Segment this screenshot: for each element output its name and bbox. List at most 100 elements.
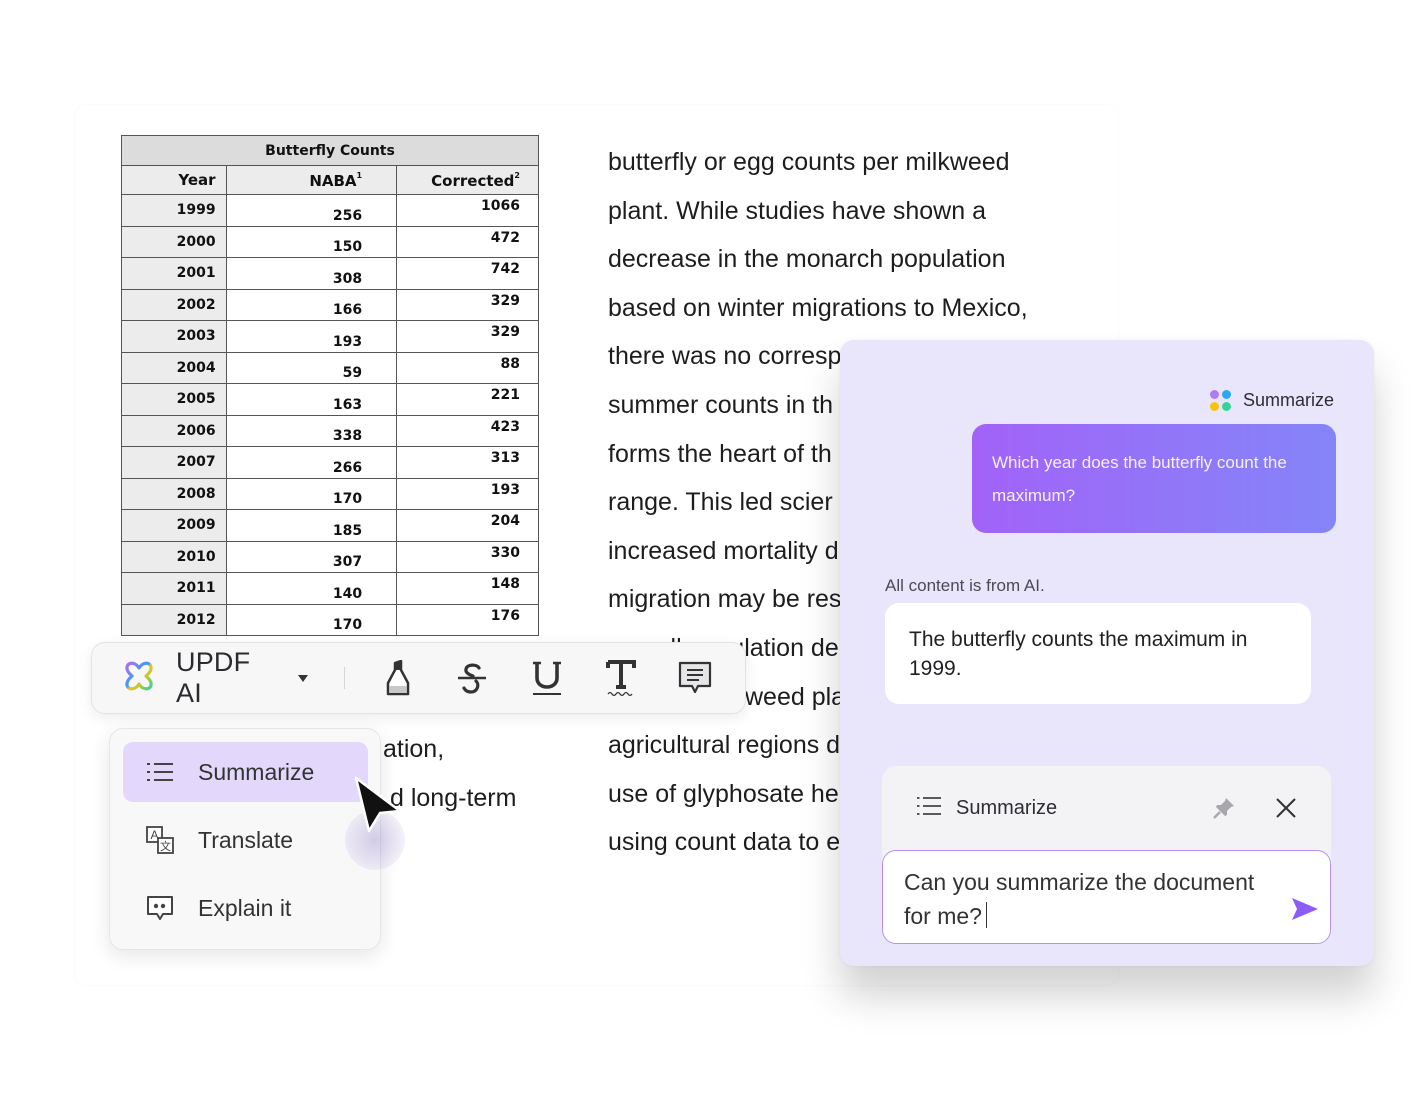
corrected-cell: 329 xyxy=(396,288,539,321)
chevron-down-icon xyxy=(298,674,309,682)
table-header-row: Year NABA1 Corrected2 xyxy=(121,165,539,195)
corrected-cell: 472 xyxy=(396,225,539,258)
strikethrough-tool-button[interactable] xyxy=(447,653,496,703)
naba-cell: 256 xyxy=(225,194,398,227)
underline-icon xyxy=(532,661,561,695)
corrected-cell: 148 xyxy=(396,572,539,605)
butterfly-counts-table: Butterfly Counts Year NABA1 Corrected2 1… xyxy=(121,135,539,636)
document-line: butterfly or egg counts per milkweed xyxy=(608,148,1010,176)
menu-item-label: Translate xyxy=(198,826,294,853)
user-message-bubble: Which year does the butterfly count the … xyxy=(972,424,1336,533)
year-cell: 1999 xyxy=(121,194,227,227)
translate-icon: A 文 xyxy=(145,825,175,855)
pin-button[interactable] xyxy=(1212,796,1236,825)
corrected-cell: 176 xyxy=(396,603,539,636)
text-fragment: ation, xyxy=(383,735,445,763)
updf-ai-dropdown[interactable]: UPDF AI xyxy=(122,647,309,709)
year-cell: 2006 xyxy=(121,414,227,447)
close-icon xyxy=(1276,798,1296,818)
year-cell: 2009 xyxy=(121,509,227,542)
toolbar-divider xyxy=(344,667,346,689)
table-row: 2005 163 221 xyxy=(121,383,539,416)
list-icon xyxy=(145,757,175,787)
menu-item-label: Explain it xyxy=(198,894,292,921)
naba-cell: 170 xyxy=(225,477,398,510)
annotation-toolbar: UPDF AI xyxy=(91,642,746,714)
prompt-mode-header: Summarize xyxy=(916,796,1057,821)
table-row: 2010 307 330 xyxy=(121,540,539,573)
ai-chat-panel: Summarize Which year does the butterfly … xyxy=(840,340,1374,966)
corrected-cell: 742 xyxy=(396,257,539,290)
corrected-cell: 423 xyxy=(396,414,539,447)
corrected-cell: 193 xyxy=(396,477,539,510)
year-cell: 2007 xyxy=(121,446,227,479)
chat-mode-header: Summarize xyxy=(1209,390,1334,411)
naba-cell: 308 xyxy=(225,257,398,290)
document-line: plant. While studies have shown a xyxy=(608,196,986,225)
close-button[interactable] xyxy=(1274,796,1298,825)
naba-cell: 59 xyxy=(225,351,398,384)
naba-cell: 170 xyxy=(225,603,398,636)
document-line: based on winter migrations to Mexico, xyxy=(608,293,1028,322)
year-cell: 2005 xyxy=(121,383,227,416)
table-row: 1999 256 1066 xyxy=(121,194,539,227)
document-line: decrease in the monarch population xyxy=(608,245,1006,274)
prompt-mode-label: Summarize xyxy=(956,797,1058,819)
corrected-cell: 221 xyxy=(396,383,539,416)
comment-tool-button[interactable] xyxy=(671,653,720,703)
comment-icon xyxy=(679,661,712,694)
naba-cell: 166 xyxy=(225,288,398,321)
mouse-pointer-icon xyxy=(354,776,402,833)
year-cell: 2000 xyxy=(121,225,227,258)
column-header-year: Year xyxy=(121,165,227,195)
text-fragment: d long-term xyxy=(390,784,517,812)
corrected-cell: 329 xyxy=(396,320,539,353)
prompt-composer: Summarize Can you summarize the document… xyxy=(882,766,1331,944)
year-cell: 2003 xyxy=(121,320,227,353)
ai-dots-icon xyxy=(1209,390,1231,411)
prompt-input-value: Can you summarize the document for me? xyxy=(904,869,1255,929)
naba-cell: 140 xyxy=(225,572,398,605)
table-row: 2000 150 472 xyxy=(121,225,539,258)
column-header-corrected: Corrected2 xyxy=(396,165,539,195)
text-caret xyxy=(985,902,988,928)
naba-cell: 185 xyxy=(225,509,398,542)
corrected-cell: 1066 xyxy=(396,194,539,227)
chat-mode-label: Summarize xyxy=(1242,390,1334,410)
naba-cell: 338 xyxy=(225,414,398,447)
year-cell: 2011 xyxy=(121,572,227,605)
list-icon xyxy=(916,796,942,821)
underline-tool-button[interactable] xyxy=(522,653,571,703)
table-title: Butterfly Counts xyxy=(121,135,539,166)
ai-response-bubble: The butterfly counts the maximum in 1999… xyxy=(885,603,1311,704)
corrected-cell: 330 xyxy=(396,540,539,573)
corrected-cell: 88 xyxy=(396,351,539,384)
corrected-cell: 204 xyxy=(396,509,539,542)
highlighter-icon xyxy=(386,660,410,696)
table-row: 2012 170 176 xyxy=(121,603,539,636)
svg-text:文: 文 xyxy=(160,839,171,853)
send-button[interactable] xyxy=(1290,896,1320,931)
year-cell: 2012 xyxy=(121,603,227,636)
table-row: 2004 59 88 xyxy=(121,351,539,384)
column-header-naba: NABA1 xyxy=(225,165,398,195)
pin-icon xyxy=(1213,798,1234,819)
year-cell: 2008 xyxy=(121,477,227,510)
table-row: 2003 193 329 xyxy=(121,320,539,353)
menu-item-summarize[interactable]: Summarize xyxy=(123,742,368,802)
corrected-cell: 313 xyxy=(396,446,539,479)
table-row: 2006 338 423 xyxy=(121,414,539,447)
ai-action-menu: Summarize A 文 Translate Explain it xyxy=(109,728,381,950)
naba-cell: 163 xyxy=(225,383,398,416)
squiggly-text-tool-button[interactable] xyxy=(596,653,645,703)
table-row: 2009 185 204 xyxy=(121,509,539,542)
prompt-input[interactable]: Can you summarize the document for me? xyxy=(882,850,1331,944)
naba-cell: 193 xyxy=(225,320,398,353)
year-cell: 2001 xyxy=(121,257,227,290)
ai-disclaimer: All content is from AI. xyxy=(885,576,1045,595)
menu-item-translate[interactable]: A 文 Translate xyxy=(123,810,368,870)
menu-item-explain[interactable]: Explain it xyxy=(123,878,368,938)
highlight-tool-button[interactable] xyxy=(373,653,422,703)
strikethrough-icon xyxy=(458,663,487,694)
updf-ai-logo-icon xyxy=(122,659,156,698)
